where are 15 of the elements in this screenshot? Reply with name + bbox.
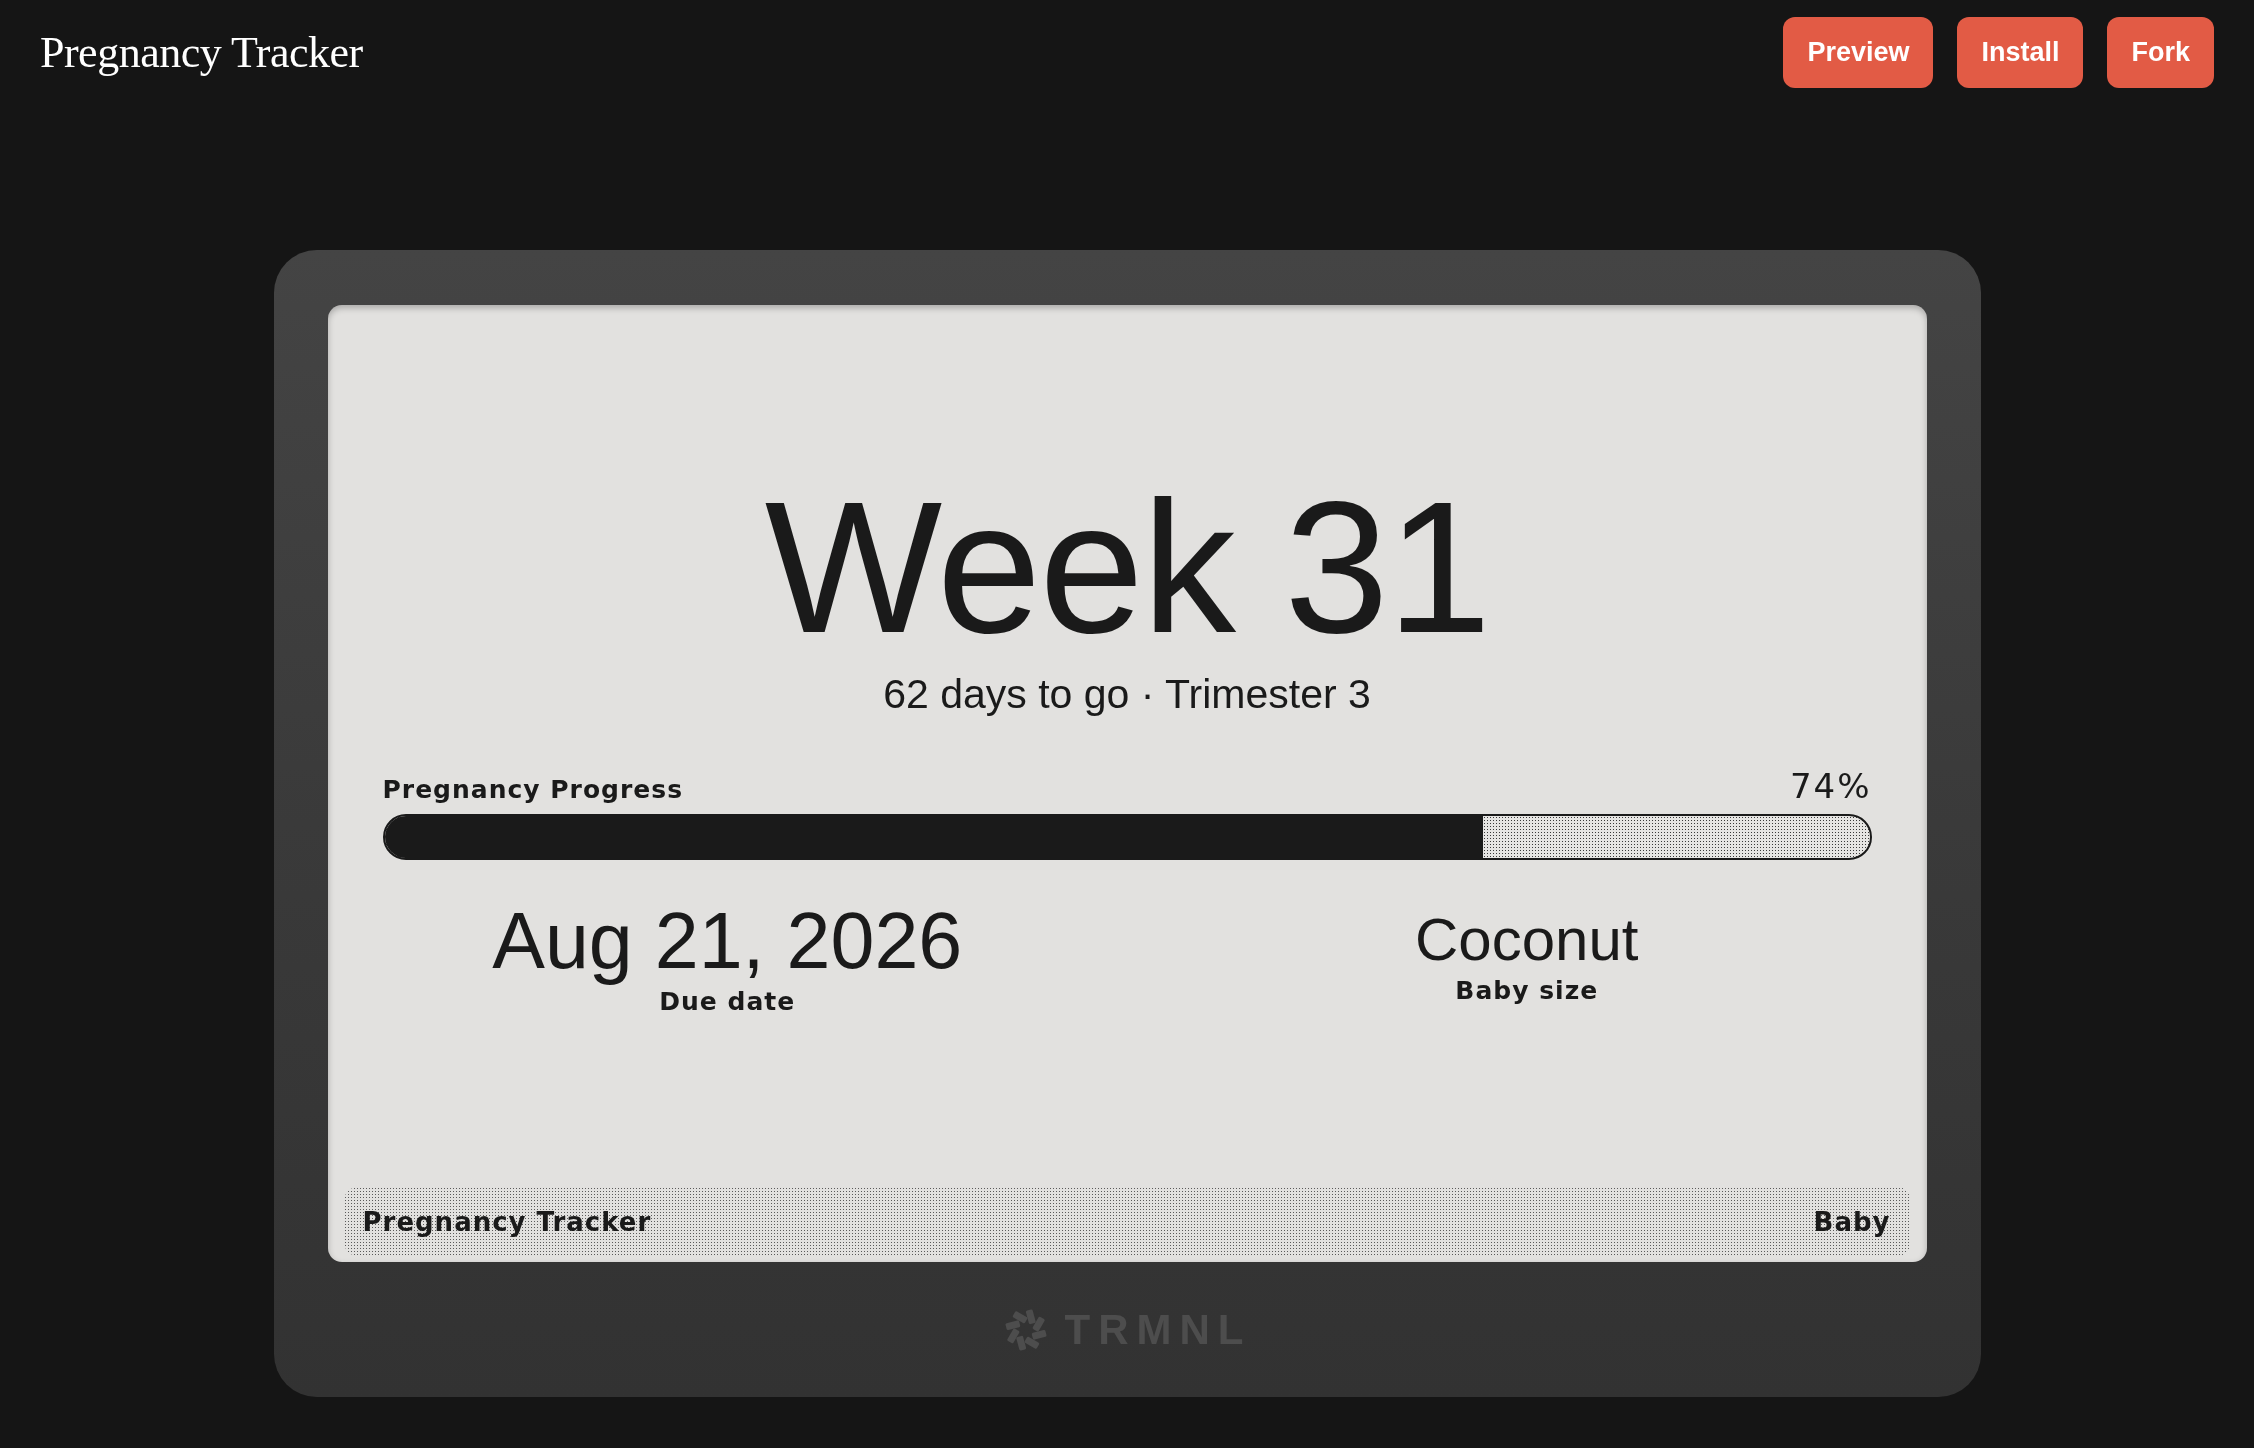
pinwheel-icon	[1002, 1306, 1049, 1353]
header-button[interactable]: Fork	[2107, 17, 2214, 88]
instance-name: Baby	[1813, 1206, 1891, 1237]
header-button[interactable]: Preview	[1783, 17, 1934, 88]
stat-value: Coconut	[1415, 905, 1639, 976]
stat-value: Aug 21, 2026	[492, 895, 963, 987]
week-heading: Week 31	[764, 473, 1490, 661]
progress-percent: 74%	[1789, 766, 1872, 806]
plugin-title: Pregnancy Tracker	[362, 1206, 652, 1237]
header-button[interactable]: Install	[1957, 17, 2084, 88]
stat-label: Baby size	[1455, 976, 1599, 1005]
countdown-text: 62 days to go · Trimester 3	[883, 670, 1371, 718]
progress-label: Pregnancy Progress	[382, 775, 684, 804]
stat-label: Due date	[659, 987, 796, 1017]
app-title: Pregnancy Tracker	[40, 27, 363, 78]
